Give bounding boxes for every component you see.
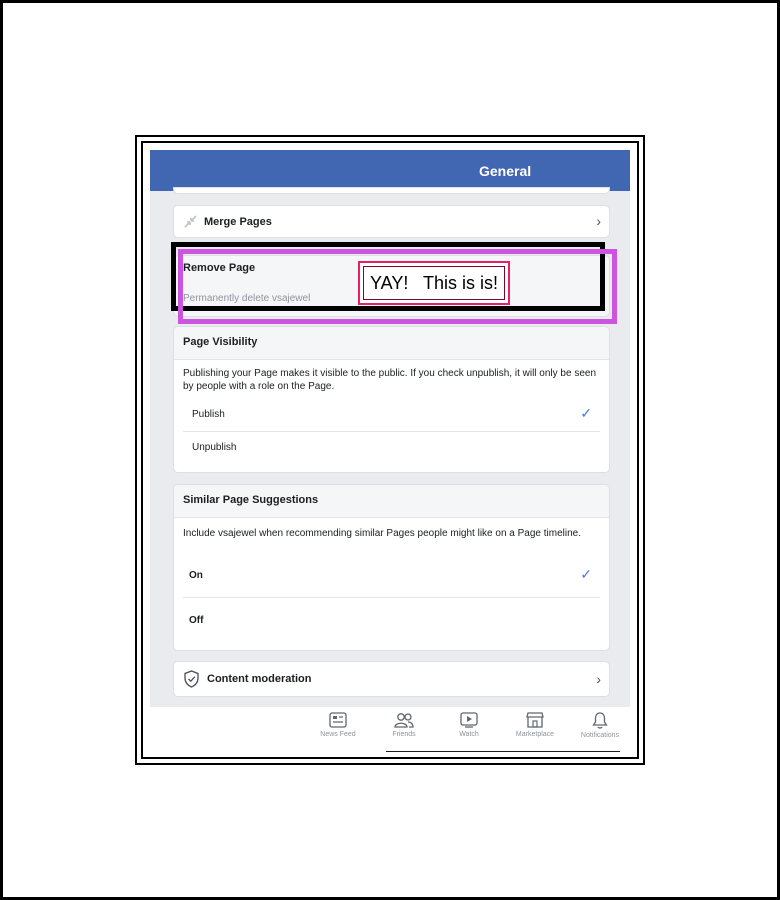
nav-label: Watch xyxy=(459,731,479,738)
header-title: General xyxy=(479,163,532,179)
chevron-right-icon: › xyxy=(596,213,601,229)
nav-watch[interactable]: Watch xyxy=(439,712,499,738)
nav-news-feed[interactable]: News Feed xyxy=(308,712,368,738)
content-moderation-row[interactable]: Content moderation › xyxy=(174,662,609,696)
content-moderation-label: Content moderation xyxy=(207,673,312,685)
option-publish[interactable]: Publish xyxy=(192,409,225,420)
settings-screen: General Merge Pages › Remove Page Perman… xyxy=(150,150,630,753)
top-header: General xyxy=(150,150,630,191)
nav-label: News Feed xyxy=(320,731,356,738)
previous-card-edge xyxy=(174,188,609,193)
checkmark-icon: ✓ xyxy=(580,405,592,421)
option-off[interactable]: Off xyxy=(189,615,203,626)
page-visibility-title: Page Visibility xyxy=(183,336,258,348)
annotation-text: YAY! This is is! xyxy=(369,273,499,293)
nav-underline xyxy=(386,751,620,752)
nav-friends[interactable]: Friends xyxy=(374,712,434,738)
bottom-navigation: News Feed Friends Watch Marketplace Noti… xyxy=(150,707,630,753)
section-header: Similar Page Suggestions xyxy=(174,485,609,518)
nav-notifications[interactable]: Notifications xyxy=(570,712,630,739)
option-on[interactable]: On xyxy=(189,570,203,581)
merge-pages-row[interactable]: Merge Pages › xyxy=(174,206,609,237)
divider xyxy=(183,597,600,598)
news-feed-icon xyxy=(329,712,347,728)
bell-icon xyxy=(592,712,608,729)
merge-pages-label: Merge Pages xyxy=(204,216,272,228)
page-visibility-section: Page Visibility Publishing your Page mak… xyxy=(174,327,609,472)
watch-icon xyxy=(460,712,478,728)
nav-label: Friends xyxy=(392,731,416,738)
chevron-right-icon: › xyxy=(596,671,601,687)
option-unpublish[interactable]: Unpublish xyxy=(192,442,236,453)
marketplace-icon xyxy=(526,712,544,728)
section-header: Page Visibility xyxy=(174,327,609,360)
nav-label: Notifications xyxy=(580,732,620,739)
nav-label: Marketplace xyxy=(515,731,555,738)
checkmark-icon: ✓ xyxy=(580,566,592,582)
page-visibility-description: Publishing your Page makes it visible to… xyxy=(183,368,597,392)
merge-arrows-icon xyxy=(183,214,198,234)
annotation-callout-inner: YAY! This is is! xyxy=(363,266,505,300)
divider xyxy=(183,431,600,432)
similar-pages-section: Similar Page Suggestions Include vsajewe… xyxy=(174,485,609,650)
shield-check-icon xyxy=(183,670,200,693)
similar-pages-description: Include vsajewel when recommending simil… xyxy=(183,528,581,539)
annotation-callout: YAY! This is is! xyxy=(358,261,510,305)
friends-icon xyxy=(394,713,414,728)
nav-marketplace[interactable]: Marketplace xyxy=(505,712,565,738)
similar-pages-title: Similar Page Suggestions xyxy=(183,494,319,506)
